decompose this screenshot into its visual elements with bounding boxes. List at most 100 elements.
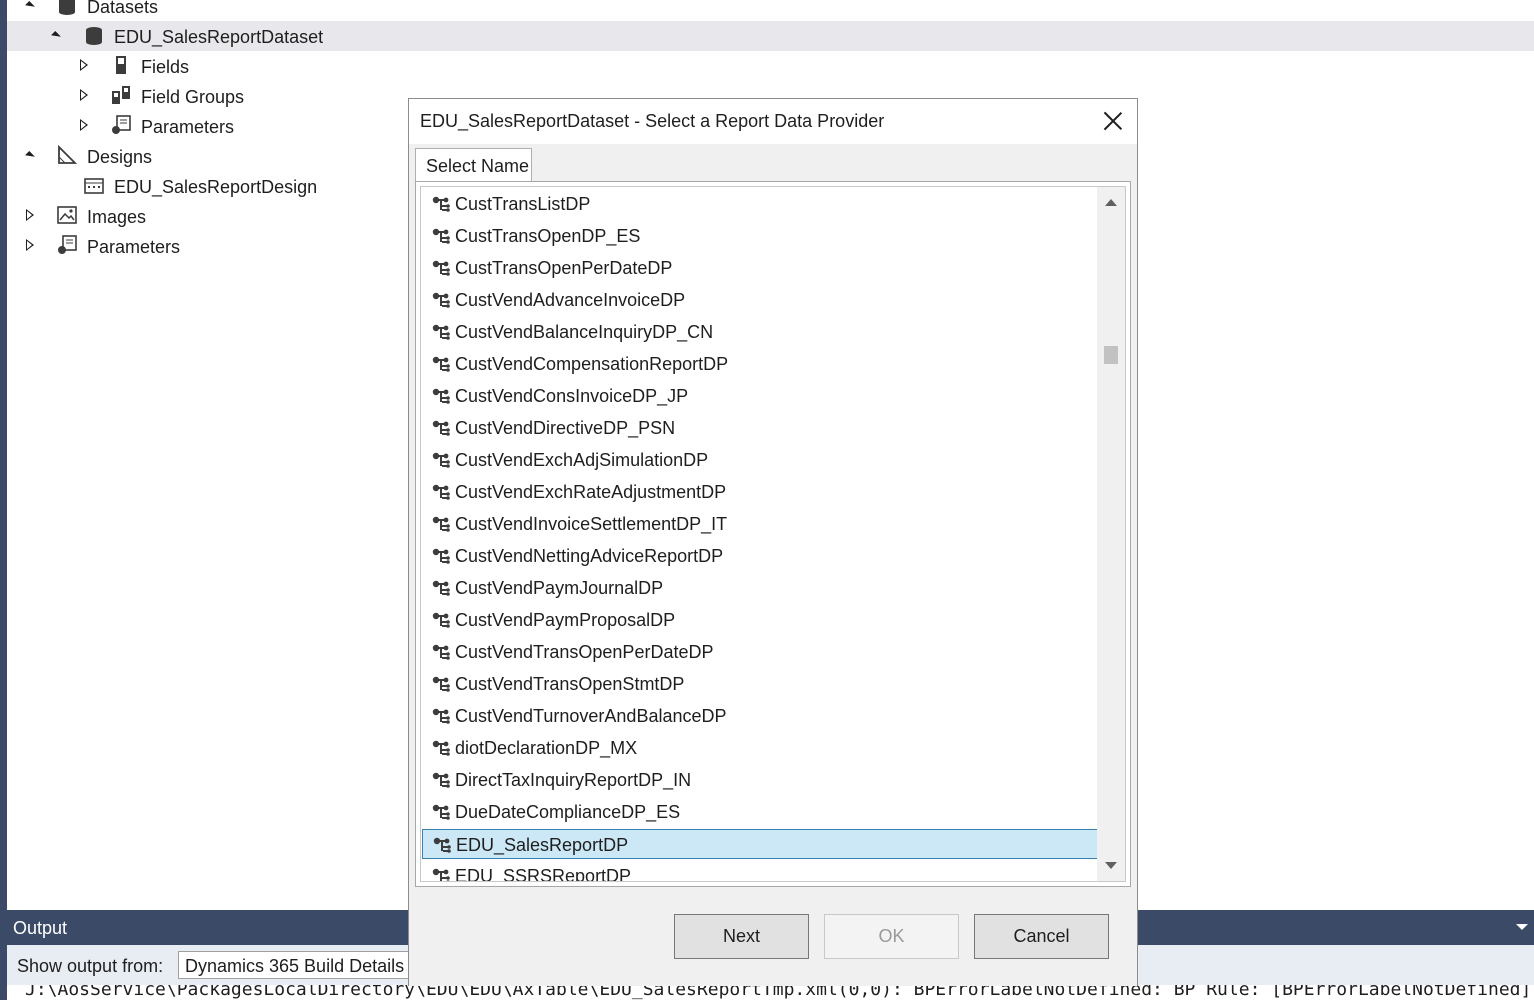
list-item[interactable]: CustVendTransOpenPerDateDP	[422, 637, 1098, 667]
tree-item-label: EDU_SalesReportDesign	[114, 177, 318, 197]
list-item[interactable]: CustTransOpenDP_ES	[422, 221, 1098, 251]
data-provider-icon	[431, 706, 451, 726]
list-item-label: CustVendTransOpenStmtDP	[455, 674, 685, 694]
list-item-label: CustTransListDP	[455, 194, 591, 214]
list-item[interactable]: CustTransListDP	[422, 189, 1098, 219]
expand-icon[interactable]	[77, 118, 91, 132]
data-provider-icon	[431, 514, 451, 534]
provider-list[interactable]: EDU_SSRSReportDP EDU_SalesReportDP DueDate…	[420, 186, 1126, 882]
output-log-line: J:\AosService\PackagesLocalDirectory\EDU…	[25, 985, 1534, 1000]
data-provider-icon	[431, 418, 451, 438]
data-provider-icon	[431, 546, 451, 566]
list-item[interactable]: CustVendPaymJournalDP	[422, 573, 1098, 603]
list-item-label: CustVendTransOpenPerDateDP	[455, 642, 714, 662]
field-icon	[116, 56, 126, 74]
list-item-label: CustVendInvoiceSettlementDP_IT	[455, 514, 728, 534]
cancel-button[interactable]: Cancel	[974, 914, 1109, 959]
list-item[interactable]: CustVendNettingAdviceReportDP	[422, 541, 1098, 571]
list-item[interactable]: diotDeclarationDP_MX	[422, 733, 1098, 763]
data-provider-icon	[431, 674, 451, 694]
parameters-icon	[58, 235, 77, 254]
list-item-label: EDU_SSRSReportDP	[455, 866, 632, 882]
list-item[interactable]: CustVendPaymProposalDP	[422, 605, 1098, 635]
scroll-up-icon[interactable]	[1105, 199, 1117, 206]
output-log[interactable]: J:\AosService\PackagesLocalDirectory\EDU…	[7, 985, 1534, 1000]
provider-list-frame: EDU_SSRSReportDP EDU_SalesReportDP DueDate…	[415, 181, 1131, 887]
list-item[interactable]: CustVendTransOpenStmtDP	[422, 669, 1098, 699]
field-groups-icon	[112, 86, 130, 104]
list-item-label: CustVendCompensationReportDP	[455, 354, 729, 374]
list-item[interactable]: CustVendBalanceInquiryDP_CN	[422, 317, 1098, 347]
tab-select-name[interactable]: Select Name	[415, 148, 532, 182]
data-provider-icon	[431, 610, 451, 630]
list-item-label: CustVendDirectiveDP_PSN	[455, 418, 676, 438]
list-item-label: CustVendBalanceInquiryDP_CN	[455, 322, 714, 342]
select-data-provider-dialog: EDU_SalesReportDataset - Select a Report…	[408, 98, 1138, 986]
list-item-label: DueDateComplianceDP_ES	[455, 802, 681, 822]
output-source-select[interactable]: Dynamics 365 Build Details	[178, 951, 418, 979]
tree-item-label: Parameters	[141, 117, 235, 137]
list-item-label: CustVendNettingAdviceReportDP	[455, 546, 724, 566]
designs-icon	[58, 145, 77, 164]
expand-icon[interactable]	[77, 58, 91, 72]
next-button[interactable]: Next	[674, 914, 809, 959]
data-provider-icon	[431, 578, 451, 598]
tree-item-label: Parameters	[87, 237, 181, 257]
data-provider-icon	[431, 642, 451, 662]
list-item[interactable]: EDU_SSRSReportDP	[422, 861, 1098, 882]
tree-item-fields[interactable]: Fields	[7, 51, 1534, 81]
list-item[interactable]: CustVendAdvanceInvoiceDP	[422, 285, 1098, 315]
list-item[interactable]: CustVendExchRateAdjustmentDP	[422, 477, 1098, 507]
list-item-label: CustVendPaymProposalDP	[455, 610, 676, 630]
data-provider-icon	[431, 450, 451, 470]
list-item-label: CustVendConsInvoiceDP_JP	[455, 386, 689, 406]
tree-item-dataset[interactable]: EDU_SalesReportDataset	[7, 21, 1534, 51]
data-provider-icon	[431, 258, 451, 278]
data-provider-icon	[431, 770, 451, 790]
list-item[interactable]: DirectTaxInquiryReportDP_IN	[422, 765, 1098, 795]
list-item[interactable]: CustVendDirectiveDP_PSN	[422, 413, 1098, 443]
data-provider-icon	[431, 322, 451, 342]
data-provider-icon	[432, 835, 452, 855]
list-item[interactable]: CustVendInvoiceSettlementDP_IT	[422, 509, 1098, 539]
ok-button[interactable]: OK	[824, 914, 959, 959]
close-icon[interactable]	[1103, 111, 1123, 131]
panel-menu-icon[interactable]	[1516, 924, 1528, 930]
data-provider-icon	[431, 226, 451, 246]
tree-item-label: Datasets	[87, 0, 159, 17]
vertical-scrollbar[interactable]	[1097, 187, 1125, 881]
expand-icon[interactable]	[23, 238, 37, 252]
left-edge-strip	[0, 0, 7, 1000]
tree-item-datasets[interactable]: Datasets	[7, 0, 1534, 21]
expand-icon[interactable]	[23, 149, 37, 163]
list-item-label: CustVendPaymJournalDP	[455, 578, 664, 598]
tree-item-label: Field Groups	[141, 87, 245, 107]
expand-icon[interactable]	[23, 0, 37, 13]
database-icon	[86, 27, 102, 45]
list-item-label: DirectTaxInquiryReportDP_IN	[455, 770, 692, 790]
list-item[interactable]: CustVendTurnoverAndBalanceDP	[422, 701, 1098, 731]
list-item-label: CustTransOpenDP_ES	[455, 226, 641, 246]
tree-item-label: Fields	[141, 57, 190, 77]
parameters-icon	[112, 115, 131, 134]
data-provider-icon	[431, 290, 451, 310]
list-item[interactable]: CustVendCompensationReportDP	[422, 349, 1098, 379]
data-provider-icon	[431, 738, 451, 758]
scroll-down-icon[interactable]	[1105, 862, 1117, 869]
scrollbar-thumb[interactable]	[1104, 346, 1118, 364]
tree-item-label: EDU_SalesReportDataset	[114, 27, 324, 47]
list-item[interactable]: CustVendExchAdjSimulationDP	[422, 445, 1098, 475]
expand-icon[interactable]	[23, 208, 37, 222]
expand-icon[interactable]	[77, 88, 91, 102]
list-item-label: CustVendExchRateAdjustmentDP	[455, 482, 727, 502]
list-item[interactable]: DueDateComplianceDP_ES	[422, 797, 1098, 827]
list-item[interactable]: EDU_SalesReportDP	[422, 829, 1098, 859]
expand-icon[interactable]	[49, 29, 63, 43]
list-item[interactable]: CustVendConsInvoiceDP_JP	[422, 381, 1098, 411]
dialog-body: Select Name EDU_SSRSReportDP EDU_SalesRep…	[409, 144, 1137, 986]
tree-item-label: Images	[87, 207, 147, 227]
list-item[interactable]: CustTransOpenPerDateDP	[422, 253, 1098, 283]
data-provider-icon	[431, 194, 451, 214]
report-design-icon	[84, 178, 104, 194]
list-item-label: EDU_SalesReportDP	[456, 835, 629, 855]
